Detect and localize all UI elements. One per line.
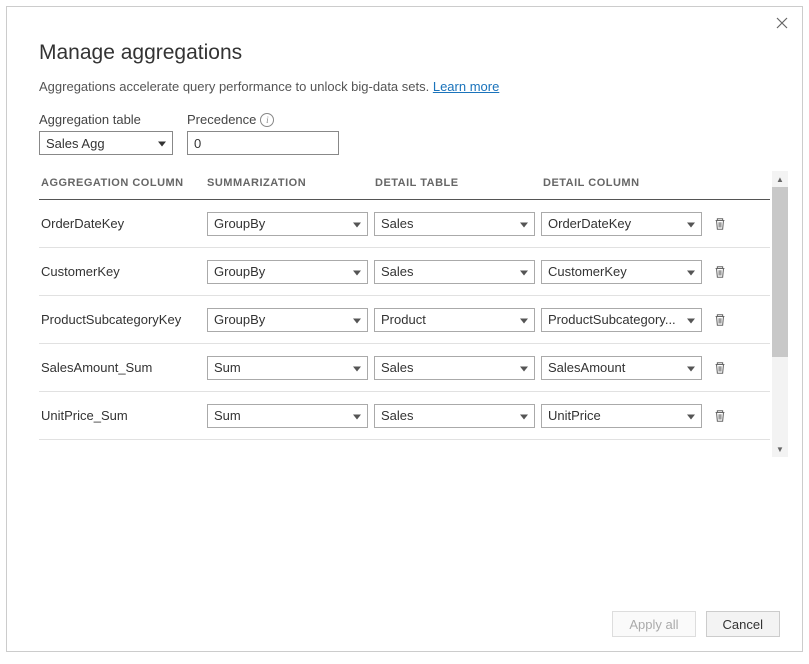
agg-column-cell: OrderDateKey [39,216,207,231]
detail-table-select[interactable]: Product [374,308,535,332]
subtitle-text: Aggregations accelerate query performanc… [39,79,433,94]
header-aggregation-column: AGGREGATION COLUMN [39,177,207,189]
close-icon [776,16,788,34]
summarization-value: Sum [214,360,241,375]
precedence-label: Precedence i [187,112,339,127]
aggregation-table-group: Aggregation table Sales Agg [39,112,173,155]
precedence-group: Precedence i [187,112,339,155]
learn-more-link[interactable]: Learn more [433,79,499,94]
trash-icon [713,265,727,279]
header-summarization: SUMMARIZATION [207,177,375,189]
scroll-up-arrow[interactable]: ▲ [772,171,788,187]
detail-table-value: Sales [381,360,414,375]
scroll-down-arrow[interactable]: ▼ [772,441,788,457]
vertical-scrollbar[interactable]: ▲ ▼ [772,171,788,457]
summarization-cell: Sum [207,356,368,380]
dialog-header: Manage aggregations Aggregations acceler… [7,7,802,94]
summarization-select[interactable]: Sum [207,404,368,428]
detail-column-cell: CustomerKey [541,260,702,284]
detail-column-cell: OrderDateKey [541,212,702,236]
detail-column-select[interactable]: UnitPrice [541,404,702,428]
detail-column-select[interactable]: ProductSubcategory... [541,308,702,332]
top-controls: Aggregation table Sales Agg Precedence i [7,94,802,155]
header-detail-column: DETAIL COLUMN [543,177,711,189]
aggregation-table-label: Aggregation table [39,112,173,127]
detail-table-cell: Sales [374,212,535,236]
detail-column-value: CustomerKey [548,264,627,279]
detail-column-cell: UnitPrice [541,404,702,428]
summarization-select[interactable]: Sum [207,356,368,380]
manage-aggregations-dialog: Manage aggregations Aggregations acceler… [6,6,803,652]
detail-column-cell: SalesAmount [541,356,702,380]
detail-table-value: Sales [381,408,414,423]
dialog-subtitle: Aggregations accelerate query performanc… [39,79,770,94]
detail-table-value: Sales [381,264,414,279]
detail-table-value: Sales [381,216,414,231]
summarization-select[interactable]: GroupBy [207,308,368,332]
agg-column-cell: SalesAmount_Sum [39,360,207,375]
table-row: SalesAmount_Sum Sum Sales SalesAmount [39,344,770,392]
cancel-button[interactable]: Cancel [706,611,780,637]
detail-column-value: OrderDateKey [548,216,631,231]
dialog-title: Manage aggregations [39,41,770,65]
delete-row-button[interactable] [708,265,732,279]
summarization-cell: GroupBy [207,260,368,284]
agg-column-cell: ProductSubcategoryKey [39,312,207,327]
summarization-cell: Sum [207,404,368,428]
summarization-cell: GroupBy [207,212,368,236]
detail-column-cell: ProductSubcategory... [541,308,702,332]
summarization-select[interactable]: GroupBy [207,212,368,236]
aggregations-table: AGGREGATION COLUMN SUMMARIZATION DETAIL … [39,169,770,457]
aggregation-table-value: Sales Agg [46,136,105,151]
detail-table-select[interactable]: Sales [374,404,535,428]
summarization-value: GroupBy [214,264,265,279]
header-detail-table: DETAIL TABLE [375,177,543,189]
detail-column-select[interactable]: OrderDateKey [541,212,702,236]
detail-table-cell: Sales [374,356,535,380]
info-icon[interactable]: i [260,113,274,127]
delete-row-button[interactable] [708,409,732,423]
detail-column-value: ProductSubcategory... [548,312,676,327]
table-rows: OrderDateKey GroupBy Sales OrderDateKey … [39,200,770,440]
summarization-value: GroupBy [214,216,265,231]
delete-row-button[interactable] [708,361,732,375]
summarization-value: Sum [214,408,241,423]
detail-table-cell: Sales [374,260,535,284]
table-row: ProductSubcategoryKey GroupBy Product Pr… [39,296,770,344]
trash-icon [713,217,727,231]
table-row: UnitPrice_Sum Sum Sales UnitPrice [39,392,770,440]
aggregation-table-select[interactable]: Sales Agg [39,131,173,155]
trash-icon [713,409,727,423]
close-button[interactable] [772,15,792,35]
agg-column-cell: CustomerKey [39,264,207,279]
table-row: CustomerKey GroupBy Sales CustomerKey [39,248,770,296]
summarization-select[interactable]: GroupBy [207,260,368,284]
table-row: OrderDateKey GroupBy Sales OrderDateKey [39,200,770,248]
precedence-label-text: Precedence [187,112,256,127]
scroll-thumb[interactable] [772,187,788,357]
detail-table-cell: Product [374,308,535,332]
precedence-input[interactable] [187,131,339,155]
detail-table-select[interactable]: Sales [374,260,535,284]
detail-table-select[interactable]: Sales [374,212,535,236]
trash-icon [713,361,727,375]
summarization-cell: GroupBy [207,308,368,332]
trash-icon [713,313,727,327]
detail-column-select[interactable]: CustomerKey [541,260,702,284]
detail-table-cell: Sales [374,404,535,428]
summarization-value: GroupBy [214,312,265,327]
delete-row-button[interactable] [708,313,732,327]
agg-column-cell: UnitPrice_Sum [39,408,207,423]
detail-column-value: SalesAmount [548,360,625,375]
detail-table-select[interactable]: Sales [374,356,535,380]
detail-column-value: UnitPrice [548,408,601,423]
dialog-footer: Apply all Cancel [612,611,780,637]
delete-row-button[interactable] [708,217,732,231]
detail-column-select[interactable]: SalesAmount [541,356,702,380]
table-header-row: AGGREGATION COLUMN SUMMARIZATION DETAIL … [39,169,770,200]
detail-table-value: Product [381,312,426,327]
apply-all-button[interactable]: Apply all [612,611,695,637]
